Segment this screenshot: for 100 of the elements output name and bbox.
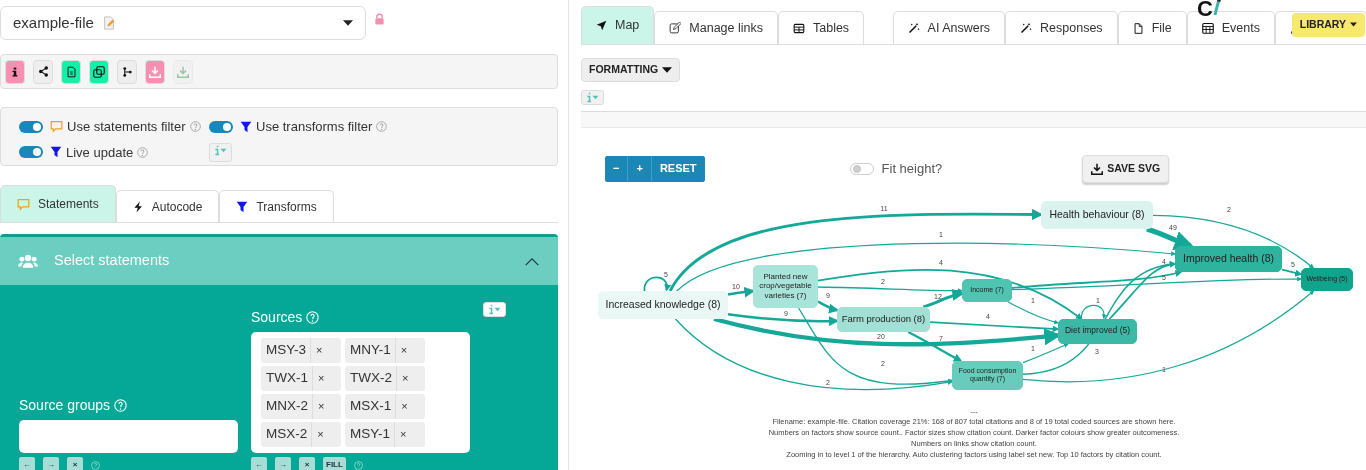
source-tag[interactable]: TWX-1: [261, 368, 312, 389]
tab[interactable]: Manage links: [654, 11, 778, 44]
tab[interactable]: Statements: [0, 185, 116, 222]
field-label: Source groups: [19, 396, 111, 415]
tab[interactable]: Autocode: [115, 190, 220, 222]
download-icon: [1091, 162, 1104, 175]
branch-icon: [121, 65, 133, 78]
source-tag[interactable]: MSY-3: [261, 340, 311, 361]
navigation-arrow-icon: [596, 20, 607, 31]
remove-button[interactable]: ×: [394, 422, 412, 447]
toggle-switch[interactable]: [19, 120, 43, 133]
input-field[interactable]: [19, 420, 238, 453]
share-icon: [37, 66, 49, 77]
source-tag[interactable]: MSX-1: [345, 396, 396, 417]
funnel-icon: [50, 146, 62, 159]
toggle-switch[interactable]: [209, 120, 233, 133]
tab[interactable]: Transforms: [219, 190, 334, 222]
info-caret-icon: [486, 304, 503, 315]
filter-label: Live update: [66, 143, 134, 162]
document-button[interactable]: [61, 59, 81, 84]
tab[interactable]: AI Answers: [892, 11, 1006, 44]
table-icon: [793, 22, 805, 34]
help-icon: [91, 460, 100, 470]
copy-icon: [93, 65, 105, 78]
download-icon: [149, 65, 161, 78]
help-icon: [353, 460, 363, 470]
file-dropdown[interactable]: example-file: [0, 6, 366, 40]
small-button[interactable]: ←: [251, 457, 267, 470]
tab[interactable]: File: [1117, 11, 1187, 44]
fill-button[interactable]: FILL: [323, 457, 346, 470]
funnel-icon: [240, 120, 252, 133]
info-dropdown-button[interactable]: [483, 302, 506, 317]
small-button[interactable]: ←: [19, 457, 35, 470]
source-tag[interactable]: MSX-2: [261, 424, 312, 445]
source-tag[interactable]: MNX-2: [261, 396, 312, 417]
toggle-switch[interactable]: [849, 162, 874, 175]
source-tag[interactable]: MSY-1: [345, 424, 395, 445]
library-button[interactable]: LIBRARY: [1291, 13, 1365, 37]
speech-bubble-icon: [17, 197, 30, 211]
download-button[interactable]: [145, 59, 165, 84]
factor-node[interactable]: Health behaviour (8): [1041, 200, 1153, 229]
bolt-icon: [132, 200, 144, 213]
filter-label: Use transforms filter: [256, 118, 373, 136]
remove-button[interactable]: ×: [312, 366, 330, 391]
remove-button[interactable]: ×: [395, 394, 413, 419]
reset-button[interactable]: RESET: [650, 155, 705, 182]
edit-icon: [669, 22, 682, 34]
tab[interactable]: Map: [581, 6, 655, 44]
save-svg-button[interactable]: SAVE SVG: [1082, 154, 1170, 183]
small-button[interactable]: ×: [299, 457, 315, 470]
info-dropdown-button[interactable]: [581, 89, 604, 105]
calendar-icon: [1201, 22, 1214, 34]
factor-node[interactable]: Diet improved (5): [1058, 318, 1137, 344]
toggle-label: Fit height?: [881, 159, 943, 178]
tag-input[interactable]: MSY-3 × MNY-1 × TWX-1 × TWX-2 × MNX-2 × MSX-1 × MSX-2 × MSY-1 ×: [251, 332, 470, 453]
file-name: example-file: [13, 12, 94, 33]
info-button[interactable]: [5, 59, 25, 84]
document-icon: [65, 65, 77, 78]
tab[interactable]: Responses: [1005, 11, 1118, 44]
help-icon: [376, 121, 388, 133]
remove-button[interactable]: ×: [396, 366, 414, 391]
factor-node[interactable]: Farm production (8): [837, 306, 930, 332]
remove-button[interactable]: ×: [312, 394, 330, 419]
magic-wand-icon: [907, 22, 920, 34]
info-caret-icon: [212, 144, 229, 156]
caret-down-icon: [343, 20, 353, 26]
source-tag[interactable]: MNY-1: [345, 340, 395, 361]
edit-document-icon: [101, 15, 116, 31]
source-tag[interactable]: TWX-2: [345, 368, 396, 389]
factor-node[interactable]: Increased knowledge (8): [598, 290, 728, 319]
small-button[interactable]: ×: [67, 457, 83, 470]
help-icon: [114, 399, 128, 412]
remove-button[interactable]: ×: [394, 338, 413, 363]
file-icon: [1132, 21, 1144, 35]
small-button[interactable]: →: [275, 457, 291, 470]
factor-node[interactable]: Improved health (8): [1175, 245, 1282, 272]
help-icon: [137, 146, 149, 158]
help-icon: [306, 311, 320, 324]
tab[interactable]: Tables: [778, 11, 865, 44]
info-caret-icon: [584, 91, 601, 103]
toggle-switch[interactable]: [19, 146, 43, 159]
funnel-icon: [236, 200, 249, 213]
small-button[interactable]: →: [43, 457, 59, 470]
speech-bubble-icon: [50, 120, 63, 134]
remove-button[interactable]: ×: [310, 338, 328, 363]
copy-button[interactable]: [89, 59, 109, 84]
remove-button[interactable]: ×: [311, 422, 329, 447]
branch-button[interactable]: [117, 59, 137, 84]
help-icon: [189, 121, 201, 133]
share-button[interactable]: [33, 59, 53, 84]
logo-mark-icon: [1212, 0, 1221, 16]
factor-node[interactable]: Planted new crop/vegetable varieties (7): [753, 264, 818, 308]
filter-label: Use statements filter: [67, 118, 186, 136]
magic-wand-icon: [1020, 22, 1033, 34]
field-label: Sources: [251, 308, 303, 327]
caret-down-icon: [1350, 22, 1357, 28]
chevron-up-icon: [524, 256, 540, 266]
caret-down-icon: [662, 66, 673, 73]
download-icon: [177, 65, 189, 78]
formatting-button[interactable]: FORMATTING: [581, 58, 681, 82]
